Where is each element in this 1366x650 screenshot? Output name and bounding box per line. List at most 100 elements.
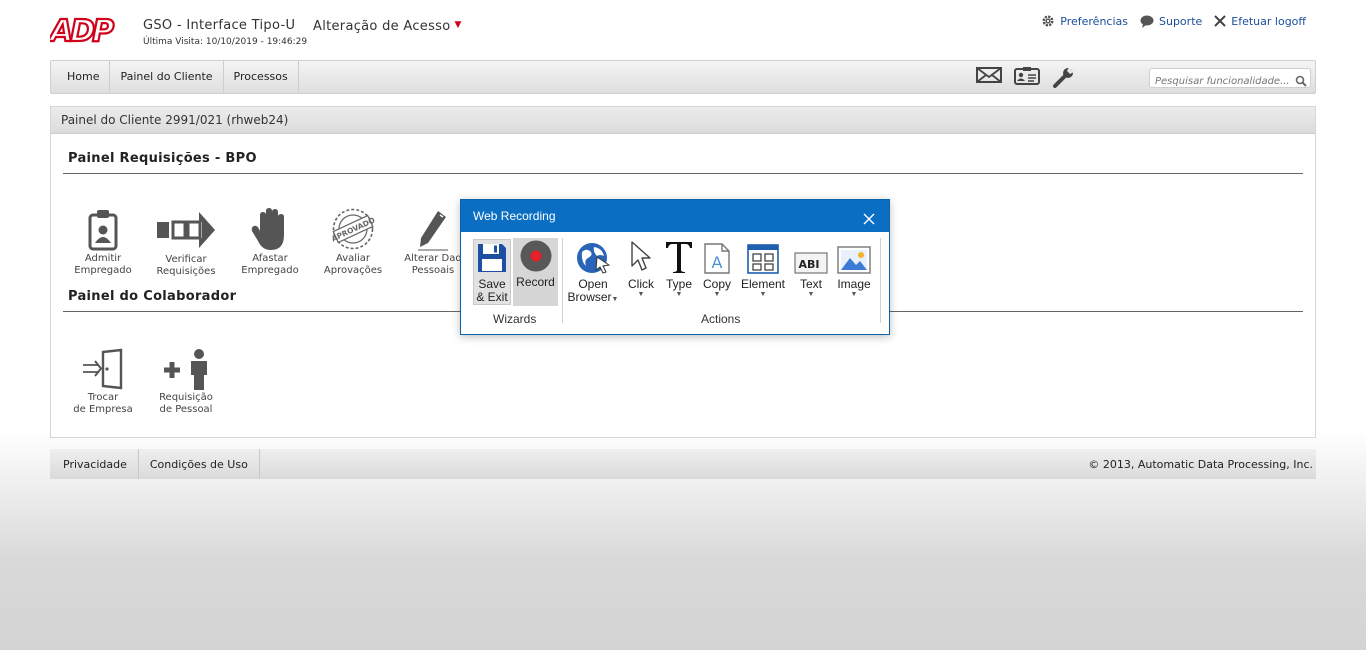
click-button[interactable]: Click ▼ — [623, 240, 659, 299]
dropdown-arrow-icon: ▼ — [807, 291, 815, 298]
tile-label-line2: Requisições — [156, 266, 216, 277]
tile-label-line1: Admitir — [84, 253, 122, 264]
record-icon — [513, 238, 558, 272]
element-label: Element — [740, 277, 786, 291]
text-icon-label: ABI — [799, 258, 820, 271]
nav-home[interactable]: Home — [57, 61, 111, 93]
wizards-group-label: Wizards — [493, 312, 537, 326]
section-divider — [63, 173, 1303, 174]
dropdown-arrow-icon: ▼ — [850, 291, 858, 298]
tile-admitir-empregado[interactable]: Admitir Empregado — [67, 205, 139, 277]
app-title: GSO - Interface Tipo-U — [143, 18, 296, 33]
dropdown-arrow-icon: ▼ — [637, 291, 645, 298]
support-link[interactable]: Suporte — [1140, 14, 1202, 28]
image-button[interactable]: Image ▼ — [834, 240, 874, 299]
logoff-label: Efetuar logoff — [1231, 14, 1306, 28]
element-button[interactable]: Element ▼ — [739, 240, 787, 299]
last-visit: Última Visita: 10/10/2019 - 19:46:29 — [143, 37, 308, 47]
image-label: Image — [837, 277, 871, 291]
hand-stop-icon — [234, 205, 306, 251]
section-colaborador-title: Painel do Colaborador — [68, 289, 237, 304]
mail-icon[interactable] — [976, 66, 1002, 92]
search-box — [1149, 68, 1311, 91]
web-recording-dialog: Web Recording Save & Exit Record Wizards… — [460, 199, 890, 335]
footer-condicoes-link[interactable]: Condições de Uso — [139, 449, 260, 479]
tile-alterar-dados-pessoais[interactable]: Alterar Dad Pessoais — [397, 205, 469, 277]
adp-logo-text: ADP — [50, 14, 114, 44]
text-label: Text — [799, 277, 822, 291]
tile-label-line2: Empregado — [74, 265, 132, 276]
tile-label-line1: Verificar — [165, 254, 207, 265]
floppy-disk-icon — [474, 240, 510, 274]
type-label: Type — [665, 277, 692, 291]
caret-down-icon: ▼ — [454, 20, 462, 30]
open-browser-label-2: Browser▼ — [567, 291, 619, 304]
record-button[interactable]: Record — [513, 238, 558, 306]
dropdown-arrow-icon: ▼ — [759, 291, 767, 298]
svg-text:A: A — [712, 253, 723, 272]
type-t-icon — [662, 240, 696, 274]
cursor-arrow-icon — [623, 240, 659, 274]
footer-privacidade-link[interactable]: Privacidade — [52, 449, 139, 479]
actions-group-label: Actions — [701, 312, 741, 326]
preferences-link[interactable]: Preferências — [1041, 14, 1128, 28]
save-exit-button[interactable]: Save & Exit — [473, 239, 511, 305]
nav-painel-cliente[interactable]: Painel do Cliente — [110, 61, 224, 93]
preferences-label: Preferências — [1060, 14, 1128, 28]
tile-requisicao-pessoal[interactable]: Requisição de Pessoal — [150, 344, 222, 416]
open-browser-label-text: Browser — [567, 290, 612, 304]
copy-label: Copy — [702, 277, 731, 291]
element-window-icon — [739, 240, 787, 274]
tile-label-line1: Trocar — [87, 392, 119, 403]
door-exit-icon — [67, 344, 139, 390]
tile-label-line2: Empregado — [241, 265, 299, 276]
text-button[interactable]: ABI Text ▼ — [792, 240, 830, 299]
search-input[interactable] — [1150, 72, 1299, 91]
process-arrow-icon — [150, 206, 222, 252]
group-separator — [562, 238, 563, 323]
text-field-icon: ABI — [792, 240, 830, 274]
search-icon[interactable] — [1295, 72, 1307, 91]
tile-label-line1: Avaliar — [335, 253, 371, 264]
approved-stamp-icon: APROVADO — [317, 205, 389, 251]
nav-processos[interactable]: Processos — [224, 61, 299, 93]
section-requisicoes-title: Painel Requisições - BPO — [68, 151, 257, 166]
speech-bubble-icon — [1140, 15, 1154, 28]
copy-button[interactable]: A Copy ▼ — [699, 240, 735, 299]
main-navbar: Home Painel do Cliente Processos — [50, 60, 1316, 94]
tile-afastar-empregado[interactable]: Afastar Empregado — [234, 205, 306, 277]
type-button[interactable]: Type ▼ — [662, 240, 696, 299]
dialog-title: Web Recording — [461, 200, 889, 232]
tile-label-line2: de Pessoal — [159, 404, 213, 415]
tile-avaliar-aprovacoes[interactable]: APROVADO Avaliar Aprovações — [317, 205, 389, 277]
tile-label-line2: Aprovações — [323, 265, 383, 276]
gear-icon — [1041, 14, 1055, 28]
dropdown-arrow-icon: ▼ — [611, 296, 619, 303]
badge-icon — [67, 205, 139, 251]
adp-logo: ADP — [47, 13, 118, 50]
wrench-icon[interactable] — [1052, 66, 1076, 92]
contact-card-icon[interactable] — [1014, 66, 1040, 92]
access-menu-label: Alteração de Acesso — [313, 19, 451, 34]
footer: Privacidade Condições de Uso © 2013, Aut… — [50, 449, 1316, 479]
save-exit-label-2: & Exit — [476, 290, 508, 304]
dialog-close-icon[interactable] — [863, 210, 875, 229]
group-separator — [880, 238, 881, 323]
pen-icon — [397, 205, 469, 251]
dropdown-arrow-icon: ▼ — [675, 291, 683, 298]
logoff-link[interactable]: Efetuar logoff — [1214, 14, 1306, 28]
panel-title: Painel do Cliente 2991/021 (rhweb24) — [51, 107, 1315, 134]
click-label: Click — [628, 277, 654, 291]
tile-label-line1: Alterar Dad — [404, 253, 462, 264]
tile-verificar-requisicoes[interactable]: Verificar Requisições — [150, 206, 222, 278]
tile-trocar-empresa[interactable]: Trocar de Empresa — [67, 344, 139, 416]
support-label: Suporte — [1159, 14, 1203, 28]
close-x-icon — [1214, 15, 1226, 27]
open-browser-button[interactable]: Open Browser▼ — [567, 240, 619, 304]
tile-label-line1: Afastar — [252, 253, 288, 264]
tile-label-line2: Pessoais — [411, 265, 455, 276]
access-menu[interactable]: Alteração de Acesso ▼ — [313, 19, 462, 34]
tile-label-line2: de Empresa — [73, 404, 133, 415]
record-label: Record — [516, 275, 555, 289]
globe-cursor-icon — [567, 240, 619, 274]
